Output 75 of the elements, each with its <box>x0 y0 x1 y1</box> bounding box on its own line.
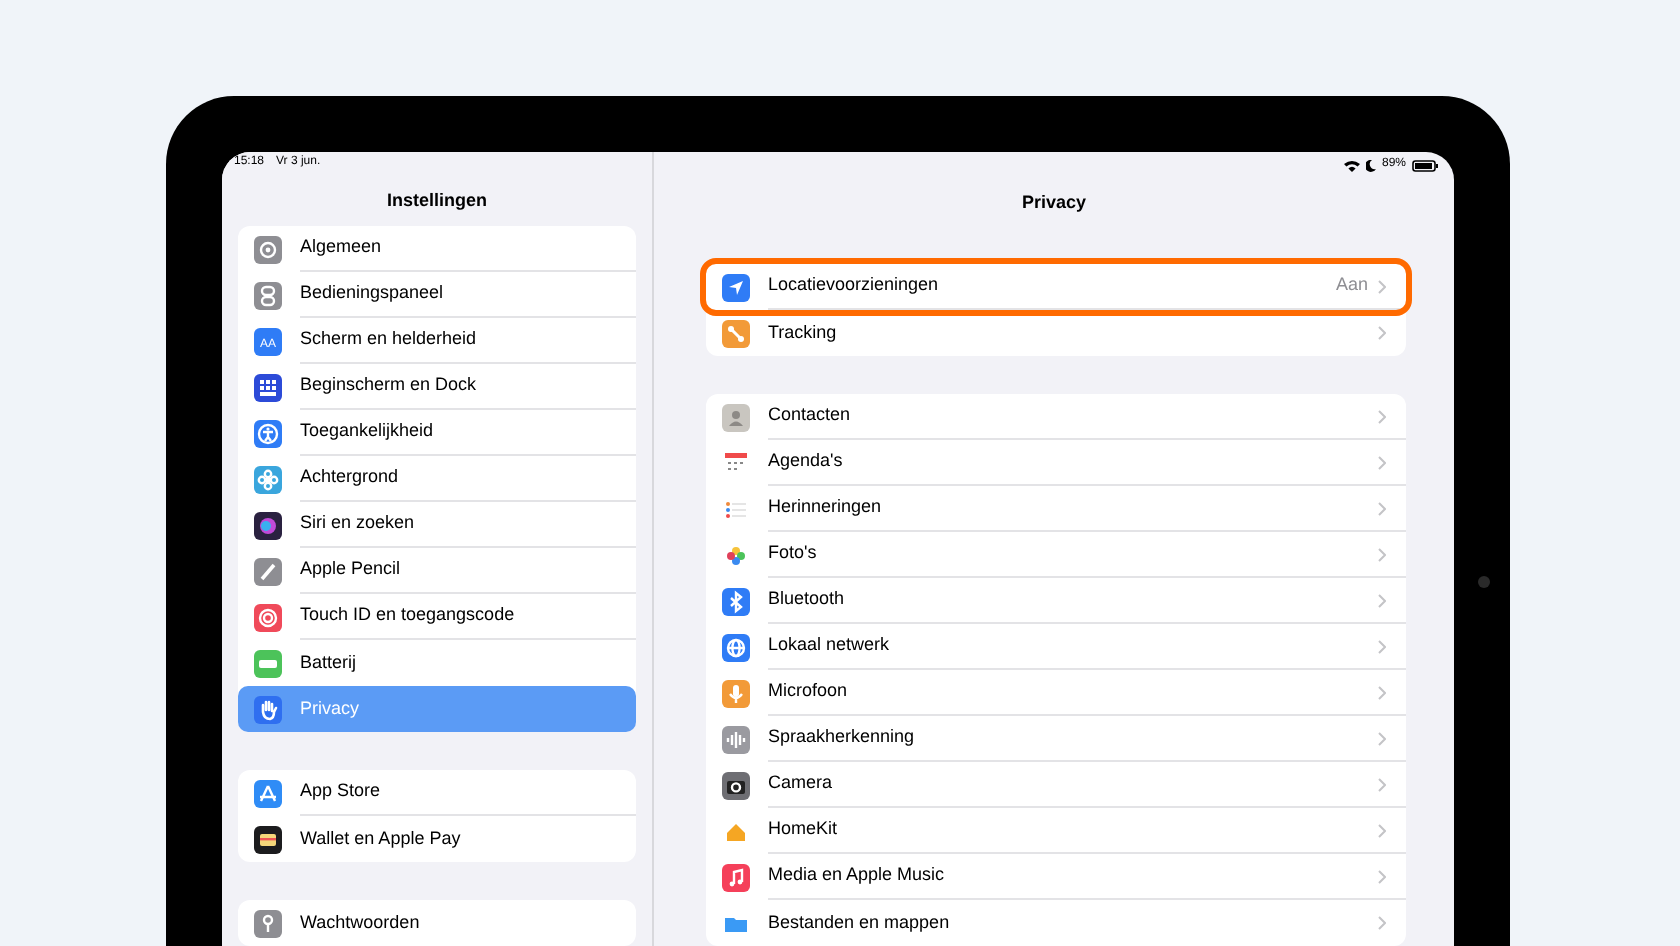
item-label: Toegankelijkheid <box>300 418 434 445</box>
sidebar-item[interactable]: Bedieningspaneel <box>238 272 636 318</box>
settings-row[interactable]: Lokaal netwerk <box>706 624 1406 670</box>
item-label: Lokaal netwerk <box>768 632 892 659</box>
sidebar-item[interactable]: Wachtwoorden <box>238 900 636 946</box>
settings-row[interactable]: Agenda's <box>706 440 1406 486</box>
sidebar-item[interactable]: Touch ID en toegangscode <box>238 594 636 640</box>
item-label: Touch ID en toegangscode <box>300 602 515 629</box>
item-label: Wachtwoorden <box>300 909 420 936</box>
sidebar-item[interactable]: App Store <box>238 770 636 816</box>
item-label: Beginscherm en Dock <box>300 372 477 399</box>
item-label: Privacy <box>300 695 360 722</box>
settings-row[interactable]: Tracking <box>706 310 1406 356</box>
settings-row[interactable]: Bestanden en mappen <box>706 900 1406 946</box>
chevron-icon <box>1378 777 1386 791</box>
chevron-icon <box>1378 279 1386 293</box>
chevron-icon <box>1378 501 1386 515</box>
item-label: Foto's <box>768 540 819 567</box>
chevron-icon <box>1378 593 1386 607</box>
chevron-icon <box>1378 547 1386 561</box>
item-label: Bluetooth <box>768 586 847 613</box>
settings-row[interactable]: Microfoon <box>706 670 1406 716</box>
item-label: Algemeen <box>300 234 382 261</box>
item-label: Bestanden en mappen <box>768 909 952 936</box>
settings-row[interactable]: Locatievoorzieningen Aan <box>706 264 1406 310</box>
item-label: Tracking <box>768 319 839 346</box>
chevron-icon <box>1378 731 1386 745</box>
chevron-icon <box>1378 685 1386 699</box>
settings-row[interactable]: Contacten <box>706 394 1406 440</box>
chevron-icon <box>1378 869 1386 883</box>
settings-row[interactable]: Herinneringen <box>706 486 1406 532</box>
settings-row[interactable]: Foto's <box>706 532 1406 578</box>
battery-icon <box>1412 159 1438 172</box>
item-label: Camera <box>768 770 835 797</box>
sidebar-item[interactable]: Batterij <box>238 640 636 686</box>
item-label: Contacten <box>768 402 853 429</box>
wifi-icon <box>1343 159 1360 172</box>
sidebar-title: Instellingen <box>386 187 487 214</box>
item-label: App Store <box>300 778 381 805</box>
settings-row[interactable]: Camera <box>706 762 1406 808</box>
item-label: Achtergrond <box>300 464 399 491</box>
item-value: Aan <box>1335 272 1368 299</box>
chevron-icon <box>1378 409 1386 423</box>
sidebar-item[interactable]: Algemeen <box>238 226 636 272</box>
settings-row[interactable]: HomeKit <box>706 808 1406 854</box>
item-label: HomeKit <box>768 816 840 843</box>
sidebar-item[interactable]: Achtergrond <box>238 456 636 502</box>
sidebar-item[interactable]: Apple Pencil <box>238 548 636 594</box>
sidebar-item[interactable]: Wallet en Apple Pay <box>238 816 636 862</box>
sidebar-item[interactable]: Beginscherm en Dock <box>238 364 636 410</box>
settings-row[interactable]: Spraakherkenning <box>706 716 1406 762</box>
item-label: Spraakherkenning <box>768 724 917 751</box>
item-label: Siri en zoeken <box>300 510 415 537</box>
item-label: Agenda's <box>768 448 845 475</box>
item-label: Media en Apple Music <box>768 862 947 889</box>
item-label: Batterij <box>300 649 357 676</box>
sidebar-item[interactable]: Toegankelijkheid <box>238 410 636 456</box>
item-label: Apple Pencil <box>300 556 401 583</box>
sidebar-item[interactable]: Siri en zoeken <box>238 502 636 548</box>
item-label: Scherm en helderheid <box>300 326 477 353</box>
item-label: Microfoon <box>768 678 850 705</box>
item-label: Locatievoorzieningen <box>768 272 941 299</box>
chevron-icon <box>1378 823 1386 837</box>
item-label: Bedieningspaneel <box>300 280 444 307</box>
chevron-icon <box>1378 326 1386 340</box>
item-label: Herinneringen <box>768 494 884 521</box>
camera-icon <box>1478 576 1490 588</box>
page-title: Privacy <box>1021 189 1087 216</box>
chevron-icon <box>1378 916 1386 930</box>
settings-row[interactable]: Media en Apple Music <box>706 854 1406 900</box>
settings-row[interactable]: Bluetooth <box>706 578 1406 624</box>
chevron-icon <box>1378 455 1386 469</box>
moon-icon <box>1365 159 1376 172</box>
item-label: Wallet en Apple Pay <box>300 825 461 852</box>
chevron-icon <box>1378 639 1386 653</box>
